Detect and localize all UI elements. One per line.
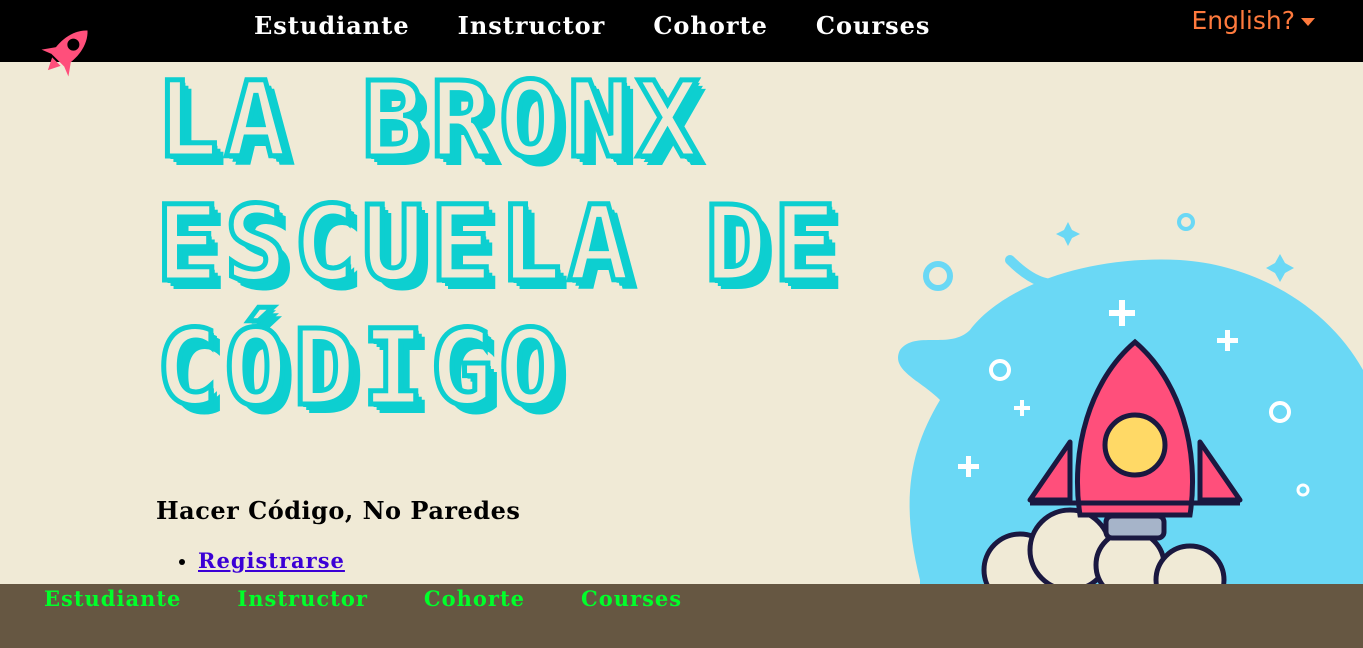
top-navbar: Estudiante Instructor Cohorte Courses En… [0,0,1363,77]
register-link[interactable]: Registrarse [198,548,345,573]
nav-link-estudiante[interactable]: Estudiante [254,11,410,40]
title-line: La Bronx [154,57,705,184]
top-nav-links: Estudiante Instructor Cohorte Courses [254,11,978,40]
footer-link-instructor[interactable]: Instructor [237,586,368,611]
title-line: Escuela de [153,181,843,308]
nav-link-cohorte[interactable]: Cohorte [653,11,768,40]
chevron-down-icon [1301,18,1315,26]
footer-link-cohorte[interactable]: Cohorte [424,586,525,611]
footer-link-courses[interactable]: Courses [581,586,682,611]
footer: Estudiante Instructor Cohorte Courses [0,584,1363,648]
action-links: Registrarse [176,548,345,573]
title-line: Código [154,305,568,432]
nav-link-courses[interactable]: Courses [816,11,931,40]
page-title: La Bronx Escuela de Código [153,57,1016,432]
nav-link-instructor[interactable]: Instructor [458,11,606,40]
rocket-icon[interactable] [36,20,98,82]
footer-link-estudiante[interactable]: Estudiante [44,586,181,611]
footer-nav-links: Estudiante Instructor Cohorte Courses [44,586,738,611]
language-label: English? [1191,6,1295,35]
language-dropdown[interactable]: English? [1191,6,1315,35]
list-item: Registrarse [198,548,345,573]
tagline: Hacer Código, No Paredes [156,496,521,525]
